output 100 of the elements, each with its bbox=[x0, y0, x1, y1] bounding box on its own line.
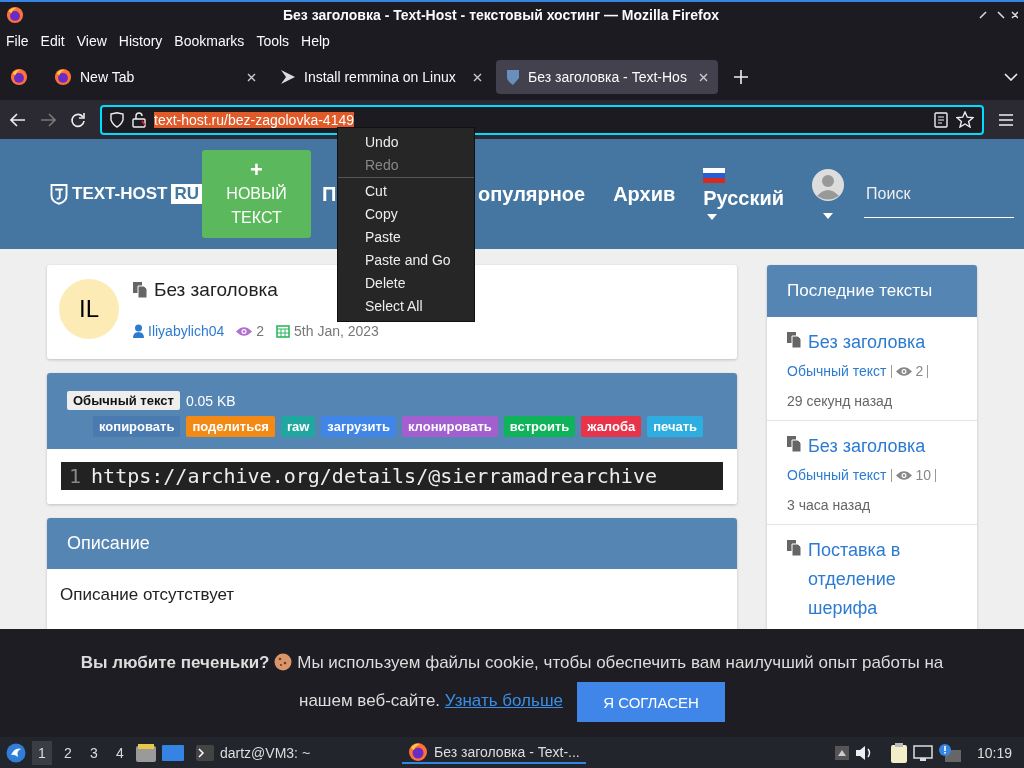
panel-heading: Последние тексты bbox=[767, 265, 977, 317]
close-icon[interactable] bbox=[473, 72, 482, 82]
eye-icon bbox=[236, 325, 253, 337]
reload-icon[interactable] bbox=[70, 111, 86, 128]
menu-item[interactable]: Paste and Go bbox=[338, 249, 474, 272]
document-icon bbox=[787, 436, 802, 452]
menu-item[interactable]: Paste bbox=[338, 226, 474, 249]
menu-item[interactable]: Copy bbox=[338, 203, 474, 226]
user-avatar-icon bbox=[812, 169, 845, 201]
address-bar[interactable]: text-host.ru/bez-zagolovka-4149 bbox=[100, 104, 984, 135]
paste-title: Без заголовка bbox=[154, 279, 278, 301]
site-logo[interactable]: TEXT-HOST RU bbox=[50, 180, 202, 208]
firefox-icon bbox=[6, 6, 24, 24]
author-link[interactable]: Iliyabylich04 bbox=[148, 323, 225, 339]
taskbar-app[interactable]: dartz@VM3: ~ bbox=[190, 741, 317, 764]
eye-icon bbox=[895, 469, 912, 481]
close-icon[interactable] bbox=[247, 72, 256, 82]
view-count: 10 bbox=[915, 467, 932, 483]
window-title: Без заголовка - Text-Host - текстовый хостинг — Mozilla Firefox bbox=[281, 7, 721, 23]
close-icon[interactable] bbox=[699, 72, 708, 82]
menu-item[interactable]: Select All bbox=[338, 295, 474, 318]
action-button[interactable]: встроить bbox=[503, 416, 576, 437]
syntax-link[interactable]: Обычный текст bbox=[787, 363, 887, 379]
shield-icon bbox=[110, 111, 124, 128]
menu-item[interactable]: Help bbox=[301, 33, 330, 49]
author-avatar: IL bbox=[59, 279, 119, 339]
recent-text-link[interactable]: Поставка в отделение шерифа bbox=[808, 536, 957, 623]
action-button[interactable]: клонировать bbox=[401, 416, 498, 437]
cookie-message: Вы любите печеньки? Мы используем файлы cookie, чтобы обеспечить вам наилучший опыт работы на нашем веб-сайте. Узнать больше Я СОГЛАСЕН bbox=[62, 644, 962, 722]
language-dropdown[interactable]: Русский bbox=[703, 168, 785, 220]
agree-button[interactable]: Я СОГЛАСЕН bbox=[577, 682, 725, 722]
workspace-button[interactable]: 1 bbox=[32, 740, 52, 765]
description-heading: Описание bbox=[47, 518, 737, 569]
shield-icon bbox=[506, 69, 520, 85]
new-tab-icon[interactable] bbox=[734, 70, 748, 84]
clipboard-icon[interactable] bbox=[890, 742, 907, 763]
view-count: 2 bbox=[915, 363, 924, 379]
document-icon bbox=[133, 282, 148, 298]
menu-item[interactable]: View bbox=[76, 33, 107, 49]
time-ago: 3 часа назад bbox=[787, 497, 872, 513]
chevron-down-icon[interactable] bbox=[1004, 73, 1018, 81]
document-icon bbox=[787, 540, 802, 556]
russia-flag-icon bbox=[703, 168, 726, 183]
learn-more-link[interactable]: Узнать больше bbox=[444, 691, 563, 711]
line-number: 1 bbox=[69, 464, 82, 488]
reader-view-icon[interactable] bbox=[934, 111, 948, 128]
menu-item[interactable]: Tools bbox=[256, 33, 290, 49]
nav-link[interactable]: Архив bbox=[613, 182, 676, 206]
network-icon[interactable] bbox=[912, 744, 933, 761]
menu-item[interactable]: Delete bbox=[338, 272, 474, 295]
volume-icon[interactable] bbox=[854, 744, 873, 761]
eye-icon bbox=[895, 365, 912, 377]
forward-icon[interactable] bbox=[40, 112, 56, 127]
action-button[interactable]: жалоба bbox=[581, 416, 642, 437]
workspace-button[interactable]: 4 bbox=[110, 740, 130, 765]
menu-item[interactable]: Edit bbox=[40, 33, 65, 49]
action-button[interactable]: raw bbox=[280, 416, 316, 437]
notification-icon[interactable] bbox=[938, 743, 961, 762]
view-count: 2 bbox=[256, 323, 265, 339]
menu-item[interactable]: Cut bbox=[338, 180, 474, 203]
cookie-icon bbox=[274, 653, 293, 671]
terminal-icon bbox=[196, 744, 214, 761]
recent-text-link[interactable]: Без заголовка bbox=[808, 432, 926, 461]
browser-tab[interactable]: Install remmina on Linux bbox=[270, 60, 492, 94]
file-size: 0.05 KB bbox=[185, 392, 236, 409]
firefox-icon bbox=[408, 741, 429, 762]
paste-date: 5th Jan, 2023 bbox=[294, 323, 379, 339]
nav-link[interactable]: опулярное bbox=[478, 182, 586, 206]
taskbar-app[interactable]: Без заголовка - Text-... bbox=[402, 741, 586, 764]
action-button[interactable]: копировать bbox=[93, 416, 181, 437]
firefox-view-icon bbox=[10, 68, 28, 86]
recent-text-link[interactable]: Без заголовка bbox=[808, 328, 926, 357]
start-menu-icon[interactable] bbox=[6, 742, 26, 763]
user-menu[interactable] bbox=[812, 169, 845, 219]
lock-icon bbox=[132, 111, 146, 128]
search-field[interactable]: Поиск bbox=[864, 170, 1015, 218]
document-icon bbox=[787, 332, 802, 348]
menu-item[interactable]: Bookmarks bbox=[174, 33, 245, 49]
firefox-icon bbox=[54, 68, 72, 86]
workspace-button[interactable]: 2 bbox=[58, 740, 78, 765]
file-manager-icon[interactable] bbox=[136, 743, 156, 762]
star-icon[interactable] bbox=[956, 111, 974, 128]
action-button[interactable]: загрузить bbox=[321, 416, 396, 437]
arrow-icon bbox=[280, 69, 296, 85]
syntax-link[interactable]: Обычный текст bbox=[787, 467, 887, 483]
menu-item[interactable]: File bbox=[6, 33, 29, 49]
desktop-icon[interactable] bbox=[162, 744, 184, 761]
user-icon bbox=[133, 324, 144, 338]
nav-link[interactable]: П bbox=[322, 182, 337, 205]
workspace-button[interactable]: 3 bbox=[84, 740, 104, 765]
browser-tab[interactable]: New Tab bbox=[44, 60, 266, 94]
calendar-icon bbox=[276, 324, 291, 338]
back-icon[interactable] bbox=[10, 112, 26, 127]
menu-icon[interactable] bbox=[998, 113, 1014, 126]
menu-item[interactable]: History bbox=[118, 33, 163, 49]
description-text: Описание отсутствует bbox=[60, 585, 235, 604]
browser-tab[interactable]: Без заголовка - Text-Hos bbox=[496, 60, 718, 94]
code-line: https://archive.org/details/@sierramadrearchive bbox=[91, 464, 657, 488]
time-ago: 29 секунд назад bbox=[787, 393, 894, 409]
action-button[interactable]: печать bbox=[647, 416, 704, 437]
